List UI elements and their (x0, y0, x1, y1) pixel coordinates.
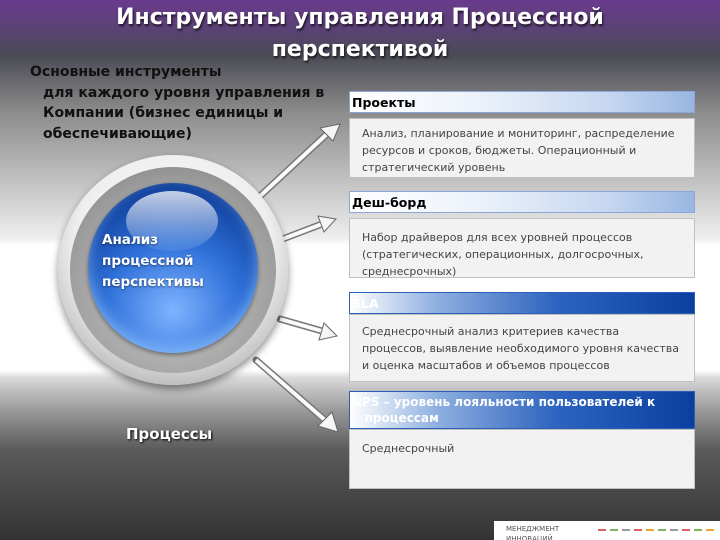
panel-header-dashboard: Деш-борд (349, 191, 695, 213)
panel-text-line: Набор драйверов для всех уровней процесс… (362, 231, 633, 244)
panel-header-projects: Проекты (349, 91, 695, 113)
panel-body-projects: Анализ, планирование и мониторинг, распр… (349, 118, 695, 178)
panel-header-line: процессам (352, 411, 439, 425)
panel-text-line: ресурсов и сроков, бюджеты. Операционный… (362, 144, 637, 157)
panel-text-line: Среднесрочный анализ критериев качества (362, 325, 620, 338)
center-label-line: процессной (102, 253, 194, 269)
footer-brand: МЕНЕДЖМЕНТ ИННОВАЦИЙ (494, 524, 596, 540)
panel-text-line: и оценка масштабов и объемов процессов (362, 359, 610, 372)
arrow-to-nps (252, 356, 339, 433)
panel-text-line: среднесрочных) (362, 265, 457, 278)
center-label-line: Анализ (102, 232, 159, 248)
arrow-to-dashboard (276, 215, 337, 244)
center-label-line: перспективы (102, 274, 204, 290)
panel-text-line: процессов, выявление необходимого уровня… (362, 342, 679, 355)
panel-body-sla: Среднесрочный анализ критериев качества … (349, 314, 695, 382)
slide: Инструменты управления Процессной перспе… (0, 0, 720, 540)
panel-header-sla: SLA (349, 292, 695, 314)
panel-body-nps: Среднесрочный (349, 429, 695, 489)
panel-body-dashboard: Набор драйверов для всех уровней процесс… (349, 218, 695, 278)
panel-header-nps: NPS – уровень лояльности пользователей к… (349, 391, 695, 429)
process-label: Процессы (126, 425, 213, 443)
arrow-to-projects (254, 123, 341, 202)
panel-text-line: (стратегических, операционных, долгосроч… (362, 248, 644, 261)
panel-header-line: NPS – уровень лояльности пользователей к (352, 395, 656, 409)
panel-text-line: стратегический уровень (362, 161, 506, 174)
panel-text-line: Анализ, планирование и мониторинг, распр… (362, 127, 675, 140)
arrow-to-sla (276, 315, 338, 341)
panel-text-line: Среднесрочный (362, 442, 455, 455)
center-label: Анализ процессной перспективы (102, 230, 204, 293)
